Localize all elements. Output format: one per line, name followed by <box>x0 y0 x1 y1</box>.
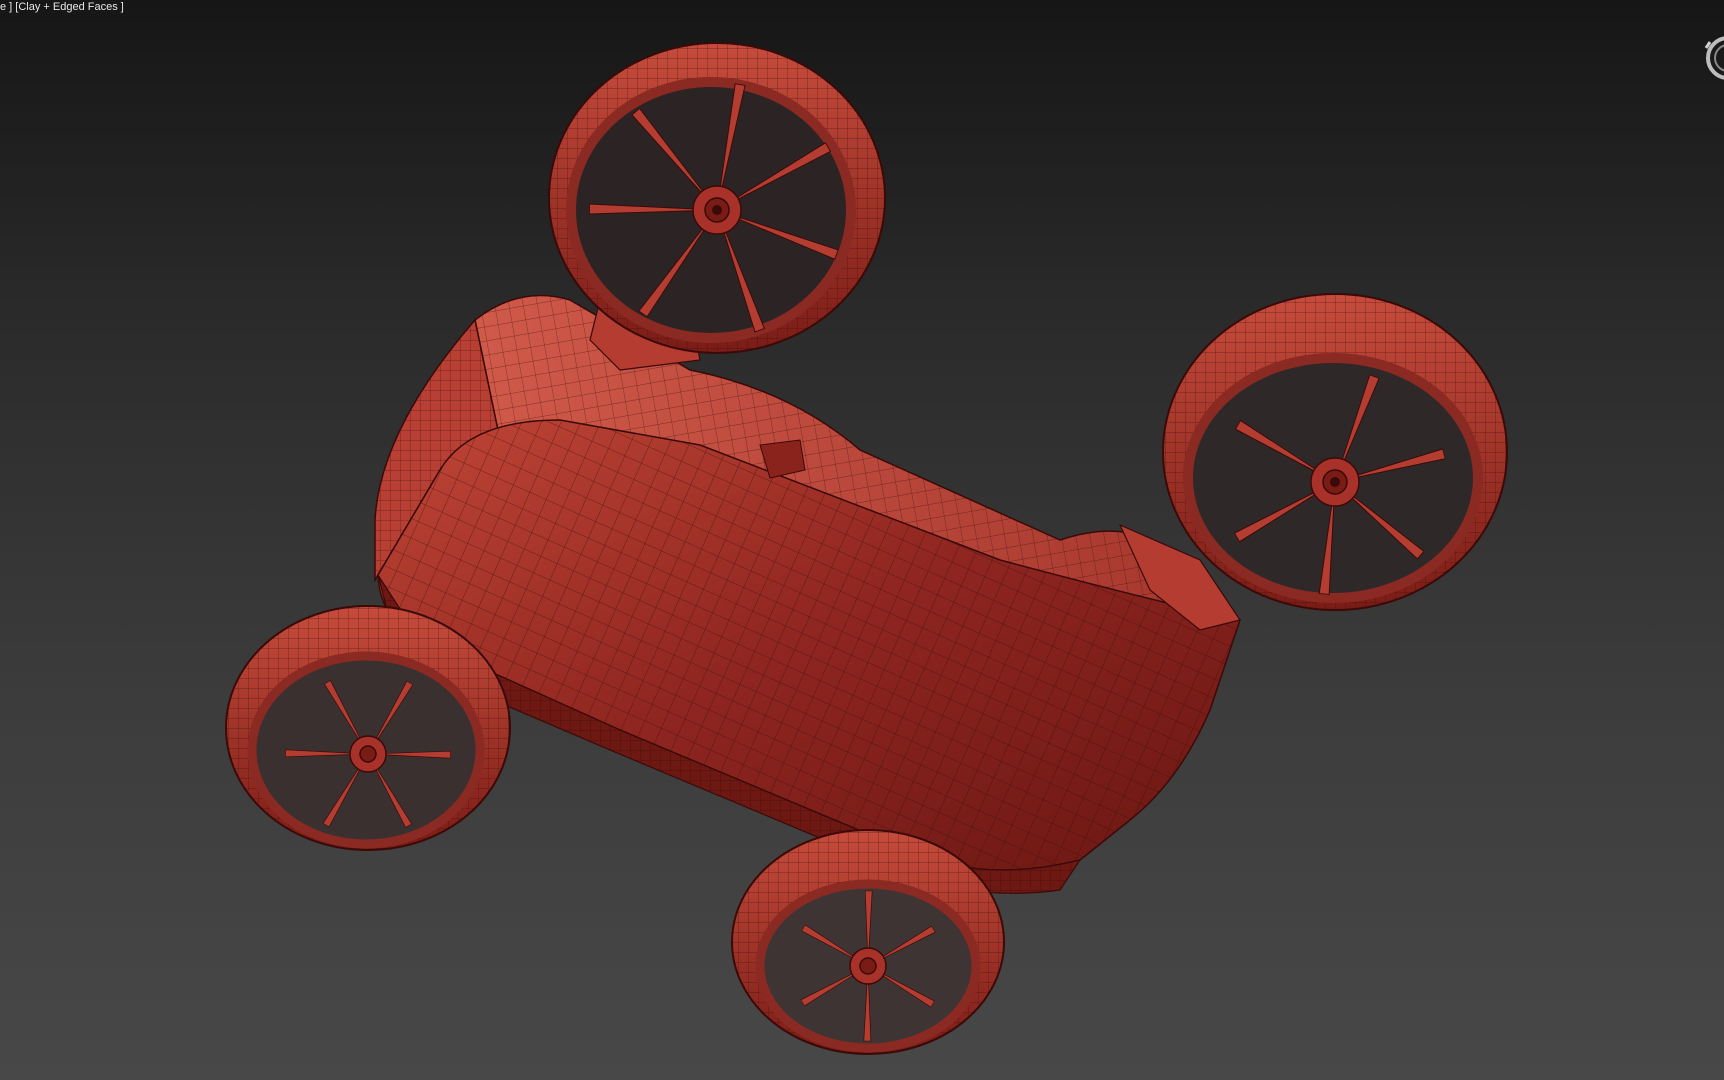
right-rotor-mesh[interactable] <box>1162 293 1508 611</box>
front-rotor-mesh[interactable] <box>548 42 886 354</box>
viewcube-icon[interactable] <box>1700 30 1724 86</box>
left-wheel-mesh[interactable] <box>225 605 511 851</box>
3d-viewport[interactable]: e ] [Clay + Edged Faces ] <box>0 0 1724 1080</box>
body-mesh[interactable] <box>374 294 1241 894</box>
bottom-wheel-mesh[interactable] <box>731 829 1005 1055</box>
viewport-scene[interactable] <box>0 0 1724 1080</box>
